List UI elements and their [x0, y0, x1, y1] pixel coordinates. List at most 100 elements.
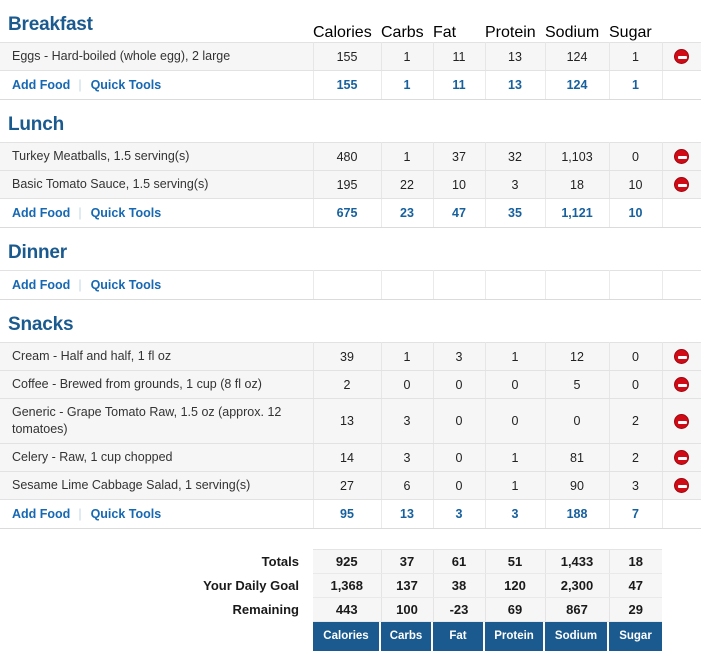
food-fat-value: 0 [433, 443, 486, 472]
section-total-carbs [381, 270, 434, 300]
delete-cell [662, 370, 701, 399]
section-title: Snacks [8, 314, 74, 335]
add-food-link[interactable]: Add Food [12, 206, 70, 220]
section-heading-spacer [433, 299, 485, 343]
section-heading-spacer [485, 99, 545, 143]
quick-tools-link[interactable]: Quick Tools [91, 278, 162, 292]
summary-remaining-fat: -23 [433, 597, 486, 622]
food-sodium-value: 5 [545, 370, 610, 399]
section-heading-spacer [609, 99, 662, 143]
column-header-label: Sodium [545, 622, 607, 651]
footer-column-header-row: Calories Carbs Fat Protein Sodium Sugar [0, 621, 701, 651]
section-actions-cell: Add Food | Quick Tools [0, 198, 314, 228]
section-heading-spacer [433, 99, 485, 143]
section-heading-spacer [485, 227, 545, 271]
food-calories-value: 2 [313, 370, 382, 399]
section-heading-cell: Breakfast [0, 0, 313, 43]
food-fat-value: 0 [433, 398, 486, 444]
food-name: Celery - Raw, 1 cup chopped [0, 443, 314, 472]
section-actions-cell: Add Food | Quick Tools [0, 499, 314, 529]
quick-tools-link[interactable]: Quick Tools [91, 78, 162, 92]
food-sugar-value: 0 [609, 142, 663, 171]
food-name: Generic - Grape Tomato Raw, 1.5 oz (appr… [0, 398, 314, 444]
food-sugar-value: 0 [609, 370, 663, 399]
summary-label: Your Daily Goal [0, 573, 313, 598]
remove-circle-icon[interactable] [674, 377, 690, 393]
section-heading-spacer [662, 99, 701, 143]
section-title: Dinner [8, 242, 67, 263]
food-protein-value: 1 [485, 471, 546, 500]
add-food-link[interactable]: Add Food [12, 278, 70, 292]
section-actions-delete-spacer [662, 499, 701, 529]
summary-totals-fat: 61 [433, 549, 486, 574]
section-title: Breakfast [8, 14, 93, 35]
actions-separator: | [78, 278, 82, 292]
food-protein-value: 1 [485, 342, 546, 371]
section-total-calories: 675 [313, 198, 382, 228]
delete-cell [662, 342, 701, 371]
section-heading-spacer [313, 99, 381, 143]
add-food-link[interactable]: Add Food [12, 78, 70, 92]
section-actions-row: Add Food | Quick Tools [0, 270, 701, 300]
section-total-sugar: 10 [609, 198, 663, 228]
section-heading-spacer [662, 227, 701, 271]
section-total-calories: 155 [313, 70, 382, 100]
section-title: Lunch [8, 114, 64, 135]
food-protein-value: 0 [485, 398, 546, 444]
food-calories-value: 39 [313, 342, 382, 371]
section-heading-row: Breakfast Calories Carbs Fat Protein Sodium Su… [0, 0, 701, 43]
footer-column-header-sodium: Sodium [545, 621, 609, 651]
remove-circle-icon[interactable] [674, 413, 690, 429]
footer-column-header-fat: Fat [433, 621, 485, 651]
quick-tools-link[interactable]: Quick Tools [91, 507, 162, 521]
summary-totals-protein: 51 [485, 549, 546, 574]
column-header-delete-spacer [662, 0, 701, 43]
section-heading-cell: Lunch [0, 99, 313, 143]
summary-row-spacer [662, 573, 701, 598]
footer-column-header-carbs: Carbs [381, 621, 433, 651]
remove-circle-icon[interactable] [674, 149, 690, 165]
summary-your-daily-goal-sodium: 2,300 [545, 573, 610, 598]
remove-circle-icon[interactable] [674, 450, 690, 466]
food-sodium-value: 81 [545, 443, 610, 472]
section-actions-cell: Add Food | Quick Tools [0, 70, 314, 100]
footer-column-header-calories: Calories [313, 621, 381, 651]
section-total-fat: 47 [433, 198, 486, 228]
remove-circle-icon[interactable] [674, 478, 690, 494]
column-header-label: Calories [313, 24, 372, 41]
column-header-label: Sugar [609, 24, 652, 41]
footer-header-delete-spacer [662, 621, 701, 651]
section-actions-delete-spacer [662, 198, 701, 228]
quick-tools-link[interactable]: Quick Tools [91, 206, 162, 220]
section-heading-spacer [662, 299, 701, 343]
table-row: Sesame Lime Cabbage Salad, 1 serving(s) 2… [0, 471, 701, 500]
remove-circle-icon[interactable] [674, 349, 690, 365]
remove-circle-icon[interactable] [674, 49, 690, 65]
table-row: Coffee - Brewed from grounds, 1 cup (8 f… [0, 370, 701, 399]
section-total-protein: 35 [485, 198, 546, 228]
table-row: Turkey Meatballs, 1.5 serving(s) 480 1 37 32… [0, 142, 701, 171]
summary-row-spacer [662, 549, 701, 574]
food-carbs-value: 3 [381, 398, 434, 444]
add-food-link[interactable]: Add Food [12, 507, 70, 521]
summary-label: Remaining [0, 597, 313, 622]
food-carbs-value: 1 [381, 42, 434, 71]
section-heading-spacer [609, 227, 662, 271]
section-total-sodium: 1,121 [545, 198, 610, 228]
table-row: Basic Tomato Sauce, 1.5 serving(s) 195 22 1… [0, 170, 701, 199]
section-total-carbs: 13 [381, 499, 434, 529]
section-heading-spacer [381, 227, 433, 271]
food-sodium-value: 90 [545, 471, 610, 500]
summary-remaining-sugar: 29 [609, 597, 662, 622]
food-sugar-value: 3 [609, 471, 663, 500]
food-carbs-value: 0 [381, 370, 434, 399]
section-actions-delete-spacer [662, 270, 701, 300]
summary-table: Totals 925 37 61 51 1,433 18 Your Daily Goal 1,3… [0, 549, 701, 651]
footer-header-spacer [0, 621, 313, 651]
column-header-cell-carbs: Carbs [381, 0, 433, 43]
food-name: Eggs - Hard-boiled (whole egg), 2 large [0, 42, 314, 71]
food-diary-page: Breakfast Calories Carbs Fat Protein Sodium Su… [0, 0, 701, 660]
section-heading-spacer [609, 299, 662, 343]
remove-circle-icon[interactable] [674, 177, 690, 193]
summary-row: Totals 925 37 61 51 1,433 18 [0, 549, 701, 574]
